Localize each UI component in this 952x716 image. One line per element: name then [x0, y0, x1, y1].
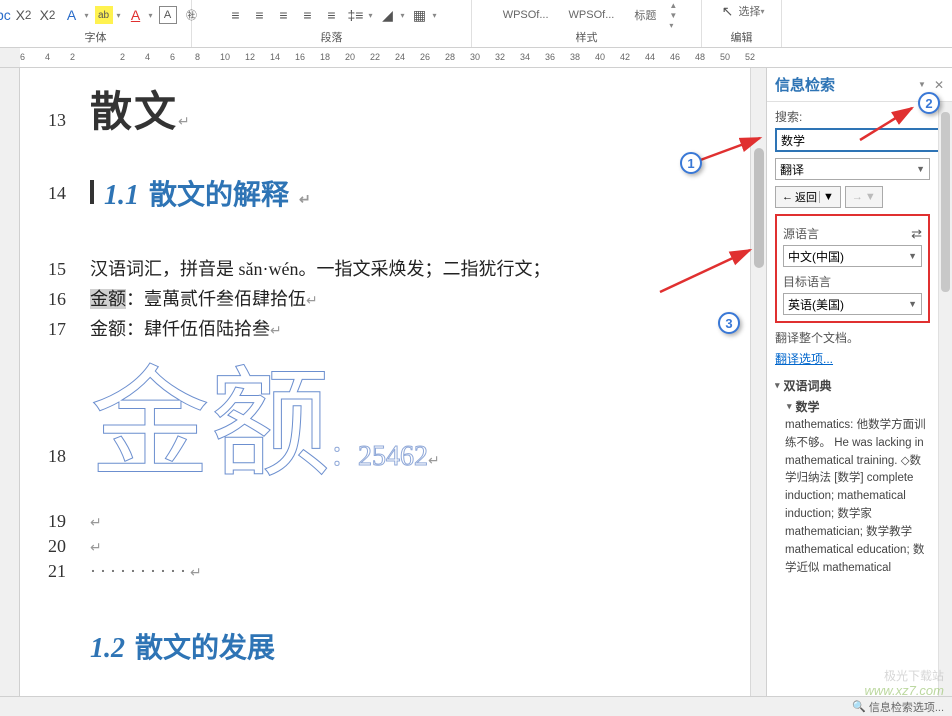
align-justify-icon[interactable]: ≡ — [298, 6, 316, 24]
callout-1: 1 — [680, 152, 702, 174]
font-style-icon[interactable]: A — [62, 6, 80, 24]
para-mark-icon: ↵ — [190, 566, 202, 581]
select-button[interactable]: ↖选择▾ — [718, 2, 764, 20]
scroll-thumb[interactable] — [754, 148, 764, 268]
translate-options-link[interactable]: 翻译选项... — [775, 350, 930, 367]
heading-text[interactable]: 散文的解释 — [149, 173, 289, 213]
align-right-icon[interactable]: ≡ — [274, 6, 292, 24]
status-bar: 🔍信息检索选项... — [0, 696, 952, 716]
magnifier-icon: 🔍 — [852, 700, 866, 713]
heading-text[interactable]: 散文的发展 — [135, 626, 275, 666]
font-color-icon[interactable]: A — [127, 6, 145, 24]
panel-scroll-thumb[interactable] — [941, 112, 950, 292]
translate-doc-text: 翻译整个文档。 — [775, 329, 930, 346]
line-number: 20 — [30, 536, 90, 557]
style-more[interactable]: ▾ — [669, 21, 677, 30]
ruler-vertical[interactable] — [0, 68, 20, 716]
para-mark-icon: ↵ — [428, 454, 440, 469]
align-left-icon[interactable]: ≡ — [226, 6, 244, 24]
line-number: 14 — [30, 183, 90, 204]
line-number: 17 — [30, 319, 90, 340]
cursor-icon: ↖ — [718, 2, 736, 20]
char-shading-icon[interactable]: A — [159, 6, 177, 24]
hruler[interactable]: 6422468101214161820222426283032343638404… — [20, 48, 952, 67]
source-lang-dropdown[interactable]: 中文(中国)▼ — [783, 245, 922, 267]
para-mark-icon: ↵ — [306, 294, 318, 309]
para-mark-icon: ↵ — [90, 541, 102, 556]
ribbon-font-label: 字体 — [85, 29, 107, 47]
para-mark-icon: ↵ — [178, 115, 190, 130]
panel-menu-icon[interactable]: ▼ — [918, 80, 926, 89]
research-options-button[interactable]: 🔍信息检索选项... — [852, 699, 944, 715]
ribbon-edit-label: 编辑 — [731, 29, 753, 47]
forward-icon: → — [852, 191, 863, 203]
subscript-icon[interactable]: X2 — [14, 6, 32, 24]
line-number: 18 — [30, 446, 90, 485]
borders-icon[interactable]: ▦ — [411, 6, 429, 24]
dict-definition: mathematics: 他数学方面训练不够。 He was lacking i… — [775, 417, 930, 577]
body-text[interactable]: 金额：壹萬贰仟叁佰肆拾伍↵ — [90, 285, 720, 311]
style-item-3[interactable]: 标题 — [627, 4, 663, 26]
watermark-text: 极光下载站 — [884, 667, 944, 684]
para-mark-icon: ↵ — [270, 324, 282, 339]
line-number: 15 — [30, 259, 90, 280]
wordart-text[interactable]: 金额：25462↵ — [90, 365, 720, 485]
ribbon: abc X2 X2 A▾ ab▾ A▾ A ㊓ 字体 ≡ ≡ ≡ ≡ ≡ ‡≡▾… — [0, 0, 952, 48]
text-dots[interactable]: ·········· — [90, 561, 190, 581]
selected-text[interactable]: 金额 — [90, 289, 126, 309]
align-dist-icon[interactable]: ≡ — [322, 6, 340, 24]
service-dropdown[interactable]: 翻译▼ — [775, 158, 930, 180]
strikethrough-icon[interactable]: abc — [0, 6, 8, 24]
ruler-horizontal: 6422468101214161820222426283032343638404… — [0, 48, 952, 68]
panel-scrollbar[interactable] — [938, 102, 952, 716]
para-mark-icon: ↵ — [90, 516, 102, 531]
back-icon: ← — [782, 191, 793, 203]
document-area[interactable]: 13 散文↵ 14 1.1散文的解释↵ 15 汉语词汇，拼音是 sǎn·wén。… — [20, 68, 750, 716]
callout-3: 3 — [718, 312, 740, 334]
shading-icon[interactable]: ◢ — [378, 6, 396, 24]
line-number: 19 — [30, 511, 90, 532]
line-number: 21 — [30, 561, 90, 582]
superscript-icon[interactable]: X2 — [38, 6, 56, 24]
vertical-scrollbar[interactable] — [750, 68, 766, 716]
text-truncated[interactable]: 散文 — [90, 90, 178, 136]
back-button[interactable]: ←返回▼ — [775, 186, 841, 208]
panel-title: 信息检索 — [775, 74, 835, 95]
style-item-1[interactable]: WPSOf... — [496, 6, 556, 24]
close-icon[interactable]: ✕ — [934, 78, 944, 92]
search-label: 搜索: — [775, 108, 930, 125]
dict-header[interactable]: 双语词典 — [775, 375, 930, 396]
search-input[interactable] — [775, 128, 938, 152]
body-text[interactable]: 金额：肆仟伍佰陆拾叁↵ — [90, 315, 720, 341]
ribbon-style-label: 样式 — [576, 29, 598, 47]
para-mark-icon: ↵ — [299, 192, 311, 209]
target-lang-label: 目标语言 — [783, 273, 922, 290]
watermark-url: www.xz7.com — [865, 683, 944, 698]
annotation-box: 源语言 ⇄ 中文(中国)▼ 目标语言 英语(美国)▼ — [775, 214, 930, 323]
forward-button[interactable]: →▼ — [845, 186, 883, 208]
style-scroll-up[interactable]: ▲ — [669, 1, 677, 10]
ribbon-para-label: 段落 — [321, 29, 343, 47]
line-number: 13 — [30, 110, 90, 131]
heading-number[interactable]: 1.2 — [90, 633, 125, 665]
line-number: 16 — [30, 289, 90, 310]
body-text[interactable]: 汉语词汇，拼音是 sǎn·wén。一指文采焕发；二指犹行文； — [90, 255, 720, 281]
callout-2: 2 — [918, 92, 940, 114]
highlight-icon[interactable]: ab — [95, 6, 113, 24]
research-panel: 信息检索 ▼ ✕ 搜索: ➔ 翻译▼ ←返回▼ →▼ 源语言⇄ 中文(中国)▼ … — [766, 68, 952, 716]
align-center-icon[interactable]: ≡ — [250, 6, 268, 24]
target-lang-dropdown[interactable]: 英语(美国)▼ — [783, 293, 922, 315]
heading-number[interactable]: 1.1 — [104, 180, 139, 212]
style-scroll-down[interactable]: ▼ — [669, 11, 677, 20]
line-spacing-icon[interactable]: ‡≡ — [346, 6, 364, 24]
dict-term[interactable]: 数学 — [775, 396, 930, 417]
source-lang-label: 源语言 — [783, 225, 819, 242]
style-item-2[interactable]: WPSOf... — [562, 6, 622, 24]
swap-icon[interactable]: ⇄ — [911, 226, 922, 242]
